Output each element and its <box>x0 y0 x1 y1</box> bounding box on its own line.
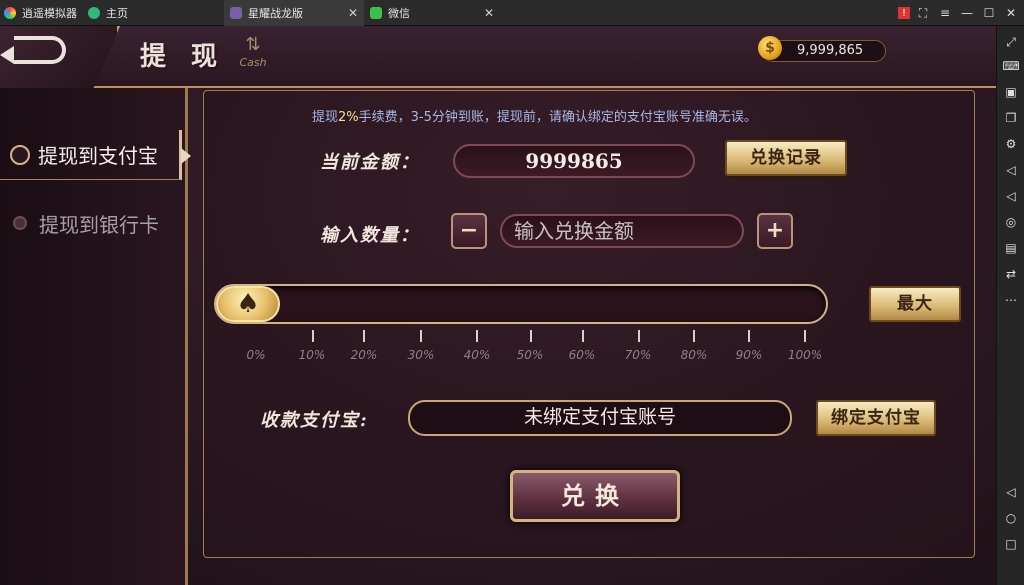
exchange-button[interactable]: 兑换 <box>510 470 680 522</box>
slider-tick <box>804 330 806 342</box>
notice-fee: 2% <box>338 110 359 125</box>
slider-tick-label: 0% <box>246 348 266 362</box>
menu-icon[interactable]: ≡ <box>936 4 954 22</box>
home-nav-icon[interactable]: ○ <box>1001 508 1021 528</box>
tab-label: 微信 <box>388 7 410 20</box>
keyboard-icon[interactable]: ⌨ <box>1001 56 1021 76</box>
alipay-account-field[interactable]: 未绑定支付宝账号 <box>408 400 792 436</box>
more-icon[interactable]: ⋯ <box>1001 290 1021 310</box>
current-amount-label: 当前金额： <box>320 152 420 173</box>
window-controls: ! ⛶ ≡ — ☐ ✕ <box>898 0 1020 26</box>
slider-tick-label: 10% <box>298 348 326 362</box>
close-tab-icon[interactable]: ✕ <box>484 6 494 20</box>
folder-icon[interactable]: ▤ <box>1001 238 1021 258</box>
volume-up-icon[interactable]: ◁ <box>1001 160 1021 180</box>
screenshot-tool-icon[interactable]: ▣ <box>1001 82 1021 102</box>
minimize-icon[interactable]: — <box>958 4 976 22</box>
back-button[interactable] <box>0 26 120 88</box>
slider-tick <box>476 330 478 342</box>
slider-tick <box>582 330 584 342</box>
menu-item-label: 提现到银行卡 <box>39 212 159 237</box>
slider-tick-label: 90% <box>735 348 763 362</box>
minus-button[interactable]: − <box>451 213 487 249</box>
close-window-icon[interactable]: ✕ <box>1002 4 1020 22</box>
alipay-label: 收款支付宝: <box>260 410 369 431</box>
coin-icon: $ <box>758 36 782 60</box>
current-amount-field: 9999865 <box>453 144 695 178</box>
tab-label: 星耀战龙版 <box>248 7 303 20</box>
slider-tick-label: 100% <box>787 348 823 362</box>
maximize-icon[interactable]: ☐ <box>980 4 998 22</box>
close-tab-icon[interactable]: ✕ <box>348 6 358 20</box>
back-nav-icon[interactable]: ◁ <box>1001 482 1021 502</box>
slider-tick <box>312 330 314 342</box>
radio-selected-icon <box>10 144 30 165</box>
page-title: 提 现 <box>140 42 226 72</box>
amount-input[interactable]: 输入兑换金额 <box>500 214 744 248</box>
tab-game[interactable]: 星耀战龙版 ✕ <box>224 0 364 26</box>
slider-tick-label: 40% <box>463 348 491 362</box>
slider-tick <box>638 330 640 342</box>
quantity-label: 输入数量： <box>320 225 420 246</box>
menu-item-label: 提现到支付宝 <box>38 144 158 168</box>
cash-icon-label: Cash <box>239 56 267 69</box>
max-button[interactable]: 最大 <box>869 286 961 322</box>
slider-tick <box>693 330 695 342</box>
arrow-up-icon: ⇅ <box>245 34 261 55</box>
slider-tick-label: 30% <box>407 348 435 362</box>
notice-prefix: 提现 <box>312 110 339 125</box>
fee-notice: 提现2%手续费，3-5分钟到账，提现前，请确认绑定的支付宝账号准确无误。 <box>312 106 757 125</box>
slider-tick-label: 80% <box>680 348 708 362</box>
plus-button[interactable]: + <box>757 213 793 249</box>
bind-alipay-button[interactable]: 绑定支付宝 <box>816 400 936 436</box>
amount-slider[interactable] <box>214 284 828 324</box>
left-menu: 提现到支付宝 提现到银行卡 <box>0 88 191 585</box>
tab-home[interactable]: 主页 <box>88 0 222 26</box>
tab-label: 逍遥模拟器 <box>22 7 77 20</box>
slider-tick <box>748 330 750 342</box>
exchange-record-button[interactable]: 兑换记录 <box>725 140 847 176</box>
header: 提 现 ⇅ Cash 9,999,865 $ <box>0 26 996 88</box>
slider-tick-label: 60% <box>568 348 596 362</box>
menu-item-alipay[interactable]: 提现到支付宝 <box>0 130 191 180</box>
slider-tick-label: 70% <box>624 348 652 362</box>
slider-tick <box>420 330 422 342</box>
game-screen: 提 现 ⇅ Cash 9,999,865 $ 提现到支付宝 提现到银行卡 提现2… <box>0 26 996 585</box>
back-arrow-icon <box>0 36 66 64</box>
multi-window-icon[interactable]: ❐ <box>1001 108 1021 128</box>
settings-icon[interactable]: ⚙ <box>1001 134 1021 154</box>
slider-tick-label: 50% <box>516 348 544 362</box>
tab-label: 主页 <box>106 7 128 20</box>
spade-icon: ♠ <box>236 289 260 319</box>
tab-emulator[interactable]: 逍遥模拟器 <box>4 0 88 26</box>
alert-icon[interactable]: ! <box>898 7 910 19</box>
location-icon[interactable]: ◎ <box>1001 212 1021 232</box>
emulator-logo-icon <box>4 7 16 19</box>
recent-nav-icon[interactable]: □ <box>1001 534 1021 554</box>
cash-icon: ⇅ Cash <box>232 34 274 74</box>
emulator-tab-bar: 逍遥模拟器 主页 星耀战龙版 ✕ 微信 ✕ ! ⛶ ≡ — ☐ ✕ <box>0 0 1024 26</box>
slider-tick <box>530 330 532 342</box>
wechat-icon <box>370 7 382 19</box>
sync-icon[interactable]: ⇄ <box>1001 264 1021 284</box>
tab-wechat[interactable]: 微信 ✕ <box>366 0 500 26</box>
home-icon <box>88 7 100 19</box>
game-icon <box>230 7 242 19</box>
notice-suffix: 手续费，3-5分钟到账，提现前，请确认绑定的支付宝账号准确无误。 <box>358 110 757 125</box>
volume-down-icon[interactable]: ◁ <box>1001 186 1021 206</box>
slider-tick-label: 20% <box>350 348 378 362</box>
menu-item-bank-card[interactable]: 提现到银行卡 <box>0 198 182 248</box>
slider-tick <box>363 330 365 342</box>
emulator-toolbar: ⤢ ⌨ ▣ ❐ ⚙ ◁ ◁ ◎ ▤ ⇄ ⋯ ◁ ○ □ <box>996 26 1024 585</box>
radio-unselected-icon <box>13 216 27 230</box>
fullscreen-icon[interactable]: ⤢ <box>1001 32 1021 52</box>
screenshot-icon[interactable]: ⛶ <box>914 4 932 22</box>
